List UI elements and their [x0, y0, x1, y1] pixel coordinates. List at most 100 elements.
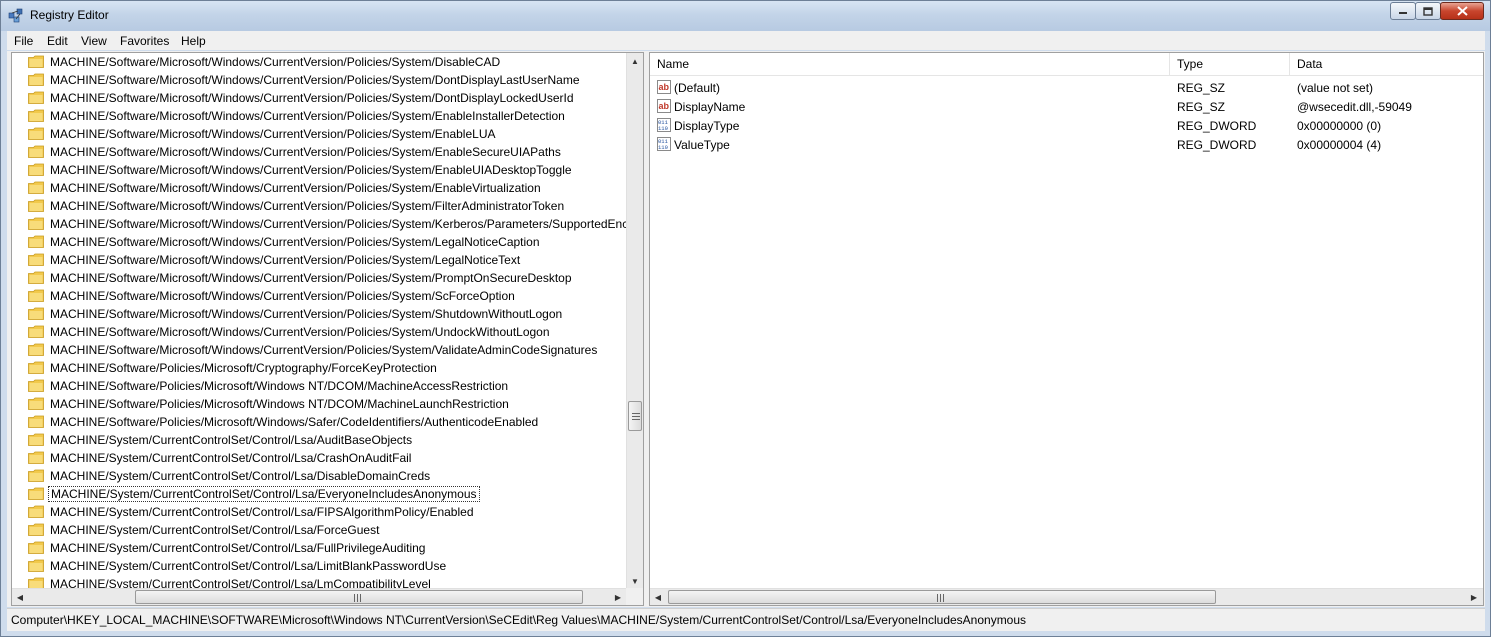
folder-icon — [28, 343, 44, 356]
tree-item-label: MACHINE/Software/Policies/Microsoft/Wind… — [50, 415, 539, 429]
scroll-left-icon[interactable]: ◀ — [650, 589, 666, 605]
tree-item[interactable]: MACHINE/System/CurrentControlSet/Control… — [12, 521, 627, 539]
registry-key-tree[interactable]: MACHINE/Software/Microsoft/Windows/Curre… — [11, 52, 644, 606]
value-type: REG_DWORD — [1177, 119, 1257, 133]
folder-icon — [28, 217, 44, 230]
list-row[interactable]: 011 110 ValueType REG_DWORD 0x00000004 (4) — [650, 135, 1483, 154]
tree-item[interactable]: MACHINE/Software/Policies/Microsoft/Wind… — [12, 413, 627, 431]
string-value-icon: ab — [657, 99, 671, 113]
registry-editor-icon — [8, 8, 23, 23]
tree-item[interactable]: MACHINE/Software/Microsoft/Windows/Curre… — [12, 341, 627, 359]
tree-item[interactable]: MACHINE/Software/Microsoft/Windows/Curre… — [12, 89, 627, 107]
column-header-data[interactable]: Data — [1290, 53, 1483, 75]
menu-edit[interactable]: Edit — [47, 34, 68, 48]
tree-item[interactable]: MACHINE/System/CurrentControlSet/Control… — [12, 539, 627, 557]
tree-item[interactable]: MACHINE/Software/Microsoft/Windows/Curre… — [12, 305, 627, 323]
tree-item[interactable]: MACHINE/Software/Microsoft/Windows/Curre… — [12, 179, 627, 197]
tree-item-label: MACHINE/System/CurrentControlSet/Control… — [50, 559, 447, 573]
tree-item[interactable]: MACHINE/Software/Microsoft/Windows/Curre… — [12, 125, 627, 143]
value-name: DisplayType — [674, 119, 740, 133]
list-row[interactable]: ab (Default) REG_SZ (value not set) — [650, 78, 1483, 97]
tree-item[interactable]: MACHINE/System/CurrentControlSet/Control… — [12, 431, 627, 449]
tree-item-label: MACHINE/Software/Microsoft/Windows/Curre… — [50, 289, 515, 303]
tree-item-label: MACHINE/Software/Microsoft/Windows/Curre… — [50, 217, 627, 231]
tree-item[interactable]: MACHINE/System/CurrentControlSet/Control… — [12, 485, 627, 503]
menu-file[interactable]: File — [14, 34, 33, 48]
value-type: REG_DWORD — [1177, 138, 1257, 152]
tree-item[interactable]: MACHINE/Software/Microsoft/Windows/Curre… — [12, 251, 627, 269]
scroll-right-icon[interactable]: ▶ — [1466, 589, 1482, 605]
svg-text:110: 110 — [658, 125, 668, 132]
window-title: Registry Editor — [30, 8, 109, 22]
menu-view[interactable]: View — [81, 34, 107, 48]
tree-item-label: MACHINE/Software/Microsoft/Windows/Curre… — [50, 127, 496, 141]
status-bar: Computer\HKEY_LOCAL_MACHINE\SOFTWARE\Mic… — [7, 608, 1485, 631]
tree-vertical-scroll-thumb[interactable] — [628, 401, 642, 431]
registry-value-list[interactable]: Name Type Data ab (Default) REG_SZ (value n… — [649, 52, 1484, 606]
tree-item[interactable]: MACHINE/Software/Microsoft/Windows/Curre… — [12, 323, 627, 341]
tree-item-label: MACHINE/Software/Microsoft/Windows/Curre… — [50, 109, 565, 123]
list-row[interactable]: 011 110 DisplayType REG_DWORD 0x00000000 (0) — [650, 116, 1483, 135]
close-button[interactable] — [1440, 2, 1484, 20]
value-type: REG_SZ — [1177, 100, 1226, 114]
list-horizontal-scroll-thumb[interactable] — [668, 590, 1216, 604]
menu-favorites[interactable]: Favorites — [120, 34, 169, 48]
svg-text:110: 110 — [658, 144, 668, 151]
tree-item[interactable]: MACHINE/Software/Microsoft/Windows/Curre… — [12, 287, 627, 305]
tree-item[interactable]: MACHINE/Software/Microsoft/Windows/Curre… — [12, 269, 627, 287]
folder-icon — [28, 289, 44, 302]
grip-line — [632, 416, 640, 417]
tree-item[interactable]: MACHINE/System/CurrentControlSet/Control… — [12, 449, 627, 467]
tree-item[interactable]: MACHINE/Software/Microsoft/Windows/Curre… — [12, 197, 627, 215]
minimize-icon — [1399, 12, 1407, 14]
tree-item[interactable]: MACHINE/System/CurrentControlSet/Control… — [12, 503, 627, 521]
tree-item[interactable]: MACHINE/Software/Microsoft/Windows/Curre… — [12, 71, 627, 89]
list-horizontal-scrollbar[interactable]: ◀ ▶ — [650, 588, 1483, 605]
tree-item[interactable]: MACHINE/Software/Microsoft/Windows/Curre… — [12, 215, 627, 233]
tree-item-label: MACHINE/Software/Policies/Microsoft/Wind… — [50, 397, 509, 411]
folder-icon — [28, 73, 44, 86]
scroll-left-icon[interactable]: ◀ — [12, 589, 28, 605]
tree-item-label: MACHINE/System/CurrentControlSet/Control… — [50, 433, 413, 447]
tree-item[interactable]: MACHINE/System/CurrentControlSet/Control… — [12, 467, 627, 485]
tree-item-label: MACHINE/Software/Microsoft/Windows/Curre… — [50, 253, 521, 267]
column-header-name[interactable]: Name — [650, 53, 1170, 75]
tree-item-label: MACHINE/Software/Microsoft/Windows/Curre… — [50, 235, 540, 249]
folder-icon — [28, 487, 44, 500]
tree-item[interactable]: MACHINE/System/CurrentControlSet/Control… — [12, 557, 627, 575]
dword-value-icon: 011110 — [657, 118, 671, 132]
tree-horizontal-scrollbar[interactable]: ◀ ▶ — [12, 588, 627, 605]
tree-item[interactable]: MACHINE/Software/Policies/Microsoft/Wind… — [12, 377, 627, 395]
window-controls — [1390, 2, 1484, 20]
scroll-up-icon[interactable]: ▲ — [627, 53, 643, 70]
folder-icon — [28, 325, 44, 338]
tree-item-label: MACHINE/Software/Microsoft/Windows/Curre… — [50, 271, 572, 285]
maximize-button[interactable] — [1415, 2, 1441, 20]
list-row[interactable]: ab DisplayName REG_SZ @wsecedit.dll,-59049 — [650, 97, 1483, 116]
scroll-right-icon[interactable]: ▶ — [610, 589, 626, 605]
tree-item-label: MACHINE/Software/Microsoft/Windows/Curre… — [50, 145, 561, 159]
tree-vertical-scrollbar[interactable]: ▲ ▼ — [626, 53, 643, 590]
grip-line — [940, 594, 941, 602]
tree-item[interactable]: MACHINE/Software/Microsoft/Windows/Curre… — [12, 233, 627, 251]
tree-item[interactable]: MACHINE/Software/Microsoft/Windows/Curre… — [12, 107, 627, 125]
tree-item-label: MACHINE/Software/Microsoft/Windows/Curre… — [50, 325, 550, 339]
grip-line — [354, 594, 355, 602]
column-header-type[interactable]: Type — [1170, 53, 1290, 75]
tree-item-label: MACHINE/Software/Microsoft/Windows/Curre… — [50, 307, 563, 321]
minimize-button[interactable] — [1390, 2, 1416, 20]
grip-line — [632, 413, 640, 414]
folder-icon — [28, 523, 44, 536]
grip-line — [360, 594, 361, 602]
title-bar[interactable]: Registry Editor — [1, 1, 1490, 31]
menu-bar: File Edit View Favorites Help — [7, 31, 1485, 50]
tree-item[interactable]: MACHINE/Software/Microsoft/Windows/Curre… — [12, 161, 627, 179]
tree-item[interactable]: MACHINE/Software/Policies/Microsoft/Wind… — [12, 395, 627, 413]
tree-item[interactable]: MACHINE/Software/Policies/Microsoft/Cryp… — [12, 359, 627, 377]
tree-horizontal-scroll-thumb[interactable] — [135, 590, 583, 604]
tree-item[interactable]: MACHINE/Software/Microsoft/Windows/Curre… — [12, 53, 627, 71]
tree-item-label: MACHINE/Software/Microsoft/Windows/Curre… — [50, 199, 565, 213]
menu-help[interactable]: Help — [181, 34, 206, 48]
tree-item-label: MACHINE/Software/Microsoft/Windows/Curre… — [50, 73, 580, 87]
tree-item[interactable]: MACHINE/Software/Microsoft/Windows/Curre… — [12, 143, 627, 161]
